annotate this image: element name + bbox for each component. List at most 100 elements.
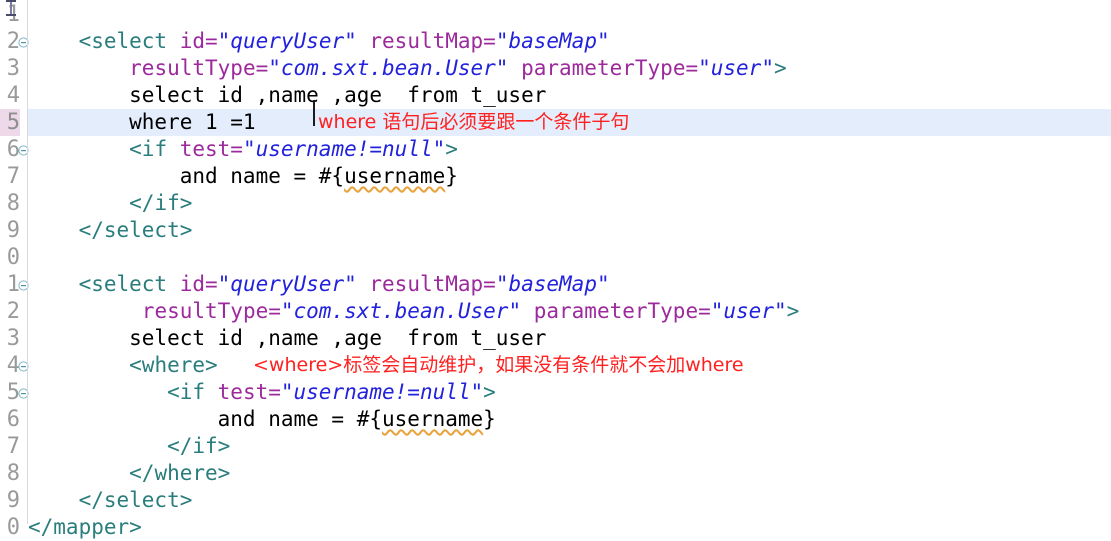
code-token-val: "com.sxt.bean.User": [268, 56, 509, 80]
line-number[interactable]: 8: [0, 460, 20, 487]
line-number[interactable]: 5: [0, 109, 20, 136]
code-token-val: "username!=null": [242, 137, 446, 161]
code-line[interactable]: resultType="com.sxt.bean.User" parameter…: [28, 55, 1111, 82]
code-token-val: "baseMap": [495, 272, 610, 296]
text-caret-line5: [313, 100, 315, 126]
line-number[interactable]: 0: [0, 514, 20, 541]
code-token-txt: where 1 =1: [28, 110, 256, 134]
code-token-txt: select id ,name ,age from t_user: [28, 83, 547, 107]
code-token-wavy: username: [344, 164, 446, 188]
text-caret-top: [5, 0, 18, 22]
code-line[interactable]: </if>: [28, 433, 1111, 460]
code-token-txt: and name = #{: [28, 407, 383, 431]
code-line[interactable]: [28, 244, 1111, 271]
code-token-val: "user": [698, 56, 774, 80]
code-line[interactable]: resultType="com.sxt.bean.User" parameter…: [28, 298, 1111, 325]
code-token-attr: parameterType=: [521, 299, 711, 323]
code-token-attr: resultMap=: [356, 29, 496, 53]
code-token-tag: >: [773, 56, 787, 80]
code-token-tag: >: [483, 380, 496, 404]
code-token-tag: <if: [129, 137, 180, 161]
line-number[interactable]: 6: [0, 136, 20, 163]
line-number[interactable]: 2: [0, 298, 20, 325]
gutter-divider: [27, 0, 28, 524]
code-token-tag: <select: [78, 272, 180, 296]
line-number-gutter[interactable]: 12345678901234567890: [0, 0, 29, 540]
code-token-tag: <select: [78, 29, 180, 53]
code-token-tag: <if: [167, 380, 218, 404]
code-line[interactable]: </if>: [28, 190, 1111, 217]
code-token-tag: <where>: [129, 353, 218, 377]
code-token-txt: }: [445, 164, 458, 188]
code-token-val: "username!=null": [280, 380, 484, 404]
code-token-attr: id=: [179, 272, 218, 296]
annotation-where-clause: where 语句后必须要跟一个条件子句: [318, 111, 630, 133]
code-token-tag: >: [445, 137, 458, 161]
code-token-wavy: username: [382, 407, 484, 431]
annotation-where-tag: <where>标签会自动维护，如果没有条件就不会加where: [253, 354, 744, 376]
line-number[interactable]: 4: [0, 82, 20, 109]
line-number[interactable]: 2: [0, 28, 20, 55]
line-number[interactable]: 8: [0, 190, 20, 217]
code-editor[interactable]: <select id="queryUser" resultMap="baseMa…: [0, 0, 1111, 540]
code-token-txt: select id ,name ,age from t_user: [28, 326, 547, 350]
code-token-tag: </if>: [129, 191, 193, 215]
line-number[interactable]: 9: [0, 217, 20, 244]
line-number[interactable]: 5: [0, 379, 20, 406]
code-line[interactable]: [28, 1, 1111, 28]
code-token-val: "com.sxt.bean.User": [280, 299, 522, 323]
code-token-tag: </select>: [78, 488, 193, 512]
line-number[interactable]: 9: [0, 487, 20, 514]
caret-icon: [6, 0, 16, 16]
code-line[interactable]: select id ,name ,age from t_user: [28, 82, 1111, 109]
code-token-attr: resultMap=: [356, 272, 496, 296]
line-number[interactable]: 3: [0, 325, 20, 352]
line-number[interactable]: 7: [0, 433, 20, 460]
code-token-val: "queryUser": [217, 29, 357, 53]
line-number[interactable]: 1: [0, 271, 20, 298]
code-token-tag: </if>: [167, 434, 231, 458]
code-token-txt: }: [483, 407, 496, 431]
code-token-attr: id=: [179, 29, 218, 53]
code-line[interactable]: <select id="queryUser" resultMap="baseMa…: [28, 271, 1111, 298]
code-token-attr: test=: [217, 380, 281, 404]
line-number[interactable]: 3: [0, 55, 20, 82]
line-number[interactable]: 7: [0, 163, 20, 190]
code-token-attr: resultType=: [129, 56, 269, 80]
code-line[interactable]: <if test="username!=null">: [28, 136, 1111, 163]
code-token-tag: </mapper>: [28, 515, 142, 539]
code-token-val: "queryUser": [217, 272, 357, 296]
code-token-val: "baseMap": [495, 29, 610, 53]
code-token-txt: and name = #{: [28, 164, 345, 188]
code-token-val: "user": [710, 299, 787, 323]
code-token-tag: </where>: [129, 461, 231, 485]
code-line[interactable]: and name = #{username}: [28, 406, 1111, 433]
code-line[interactable]: </mapper>: [28, 514, 1111, 541]
code-token-tag: >: [786, 299, 800, 323]
code-token-attr: test=: [179, 137, 243, 161]
line-number[interactable]: 4: [0, 352, 20, 379]
code-line[interactable]: </select>: [28, 487, 1111, 514]
code-token-attr: resultType=: [141, 299, 281, 323]
code-line[interactable]: select id ,name ,age from t_user: [28, 325, 1111, 352]
code-line[interactable]: </select>: [28, 217, 1111, 244]
code-line[interactable]: and name = #{username}: [28, 163, 1111, 190]
code-token-tag: </select>: [78, 218, 193, 242]
line-number[interactable]: 0: [0, 244, 20, 271]
code-text-area[interactable]: <select id="queryUser" resultMap="baseMa…: [28, 0, 1111, 539]
code-line[interactable]: <if test="username!=null">: [28, 379, 1111, 406]
line-number[interactable]: 6: [0, 406, 20, 433]
code-line[interactable]: </where>: [28, 460, 1111, 487]
code-line[interactable]: <select id="queryUser" resultMap="baseMa…: [28, 28, 1111, 55]
